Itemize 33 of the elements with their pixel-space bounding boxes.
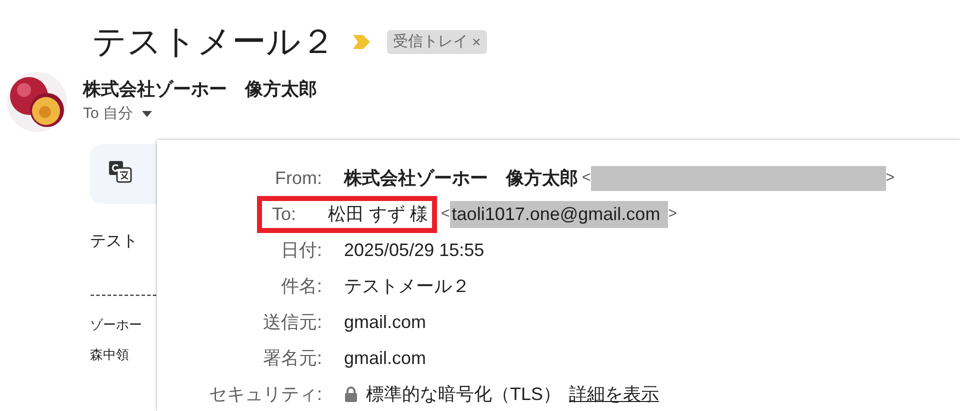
field-label: From: (274, 166, 322, 190)
field-label: To: (272, 203, 296, 226)
field-value: gmail.com (344, 346, 426, 370)
details-link[interactable]: 詳細を表示 (569, 380, 660, 408)
label-chip: 受信トレイ × (387, 30, 487, 54)
field-value: テストメール２ (344, 274, 470, 298)
field-value: 標準的な暗号化（TLS） (366, 382, 562, 406)
bracket-text: < (441, 204, 450, 224)
field-label: 日付: (280, 238, 322, 262)
field-label: 送信元: (262, 310, 322, 334)
body-text: 森中領 (90, 346, 129, 364)
recipient-summary: To 自分 (83, 104, 134, 124)
field-value: 松田 すず 様 (328, 203, 428, 226)
field-value: gmail.com (344, 310, 426, 334)
field-label: 件名: (280, 274, 322, 298)
body-text: ゾーホー (90, 316, 142, 334)
translate-icon (108, 160, 132, 184)
importance-marker-icon[interactable] (351, 33, 371, 51)
bracket-text: > (886, 168, 895, 188)
lock-icon (344, 386, 358, 402)
body-text: テスト (90, 232, 138, 252)
bracket-text: < (582, 168, 591, 188)
sender-name: 株式会社ゾーホー 像方太郎 (83, 78, 317, 101)
dropdown-caret-icon[interactable] (141, 110, 154, 118)
signature-divider: ------------ (90, 285, 158, 304)
email-subject: テストメール２ (92, 22, 335, 63)
email-address: taoli1017.one@gmail.com (450, 201, 668, 228)
field-value: 株式会社ゾーホー 像方太郎 (344, 166, 578, 190)
field-value: 2025/05/29 15:55 (344, 238, 484, 262)
remove-label-button[interactable]: × (468, 34, 481, 50)
field-label: 署名元: (262, 346, 322, 370)
bracket-text: > (668, 204, 677, 224)
field-label: セキュリティ: (208, 382, 322, 406)
